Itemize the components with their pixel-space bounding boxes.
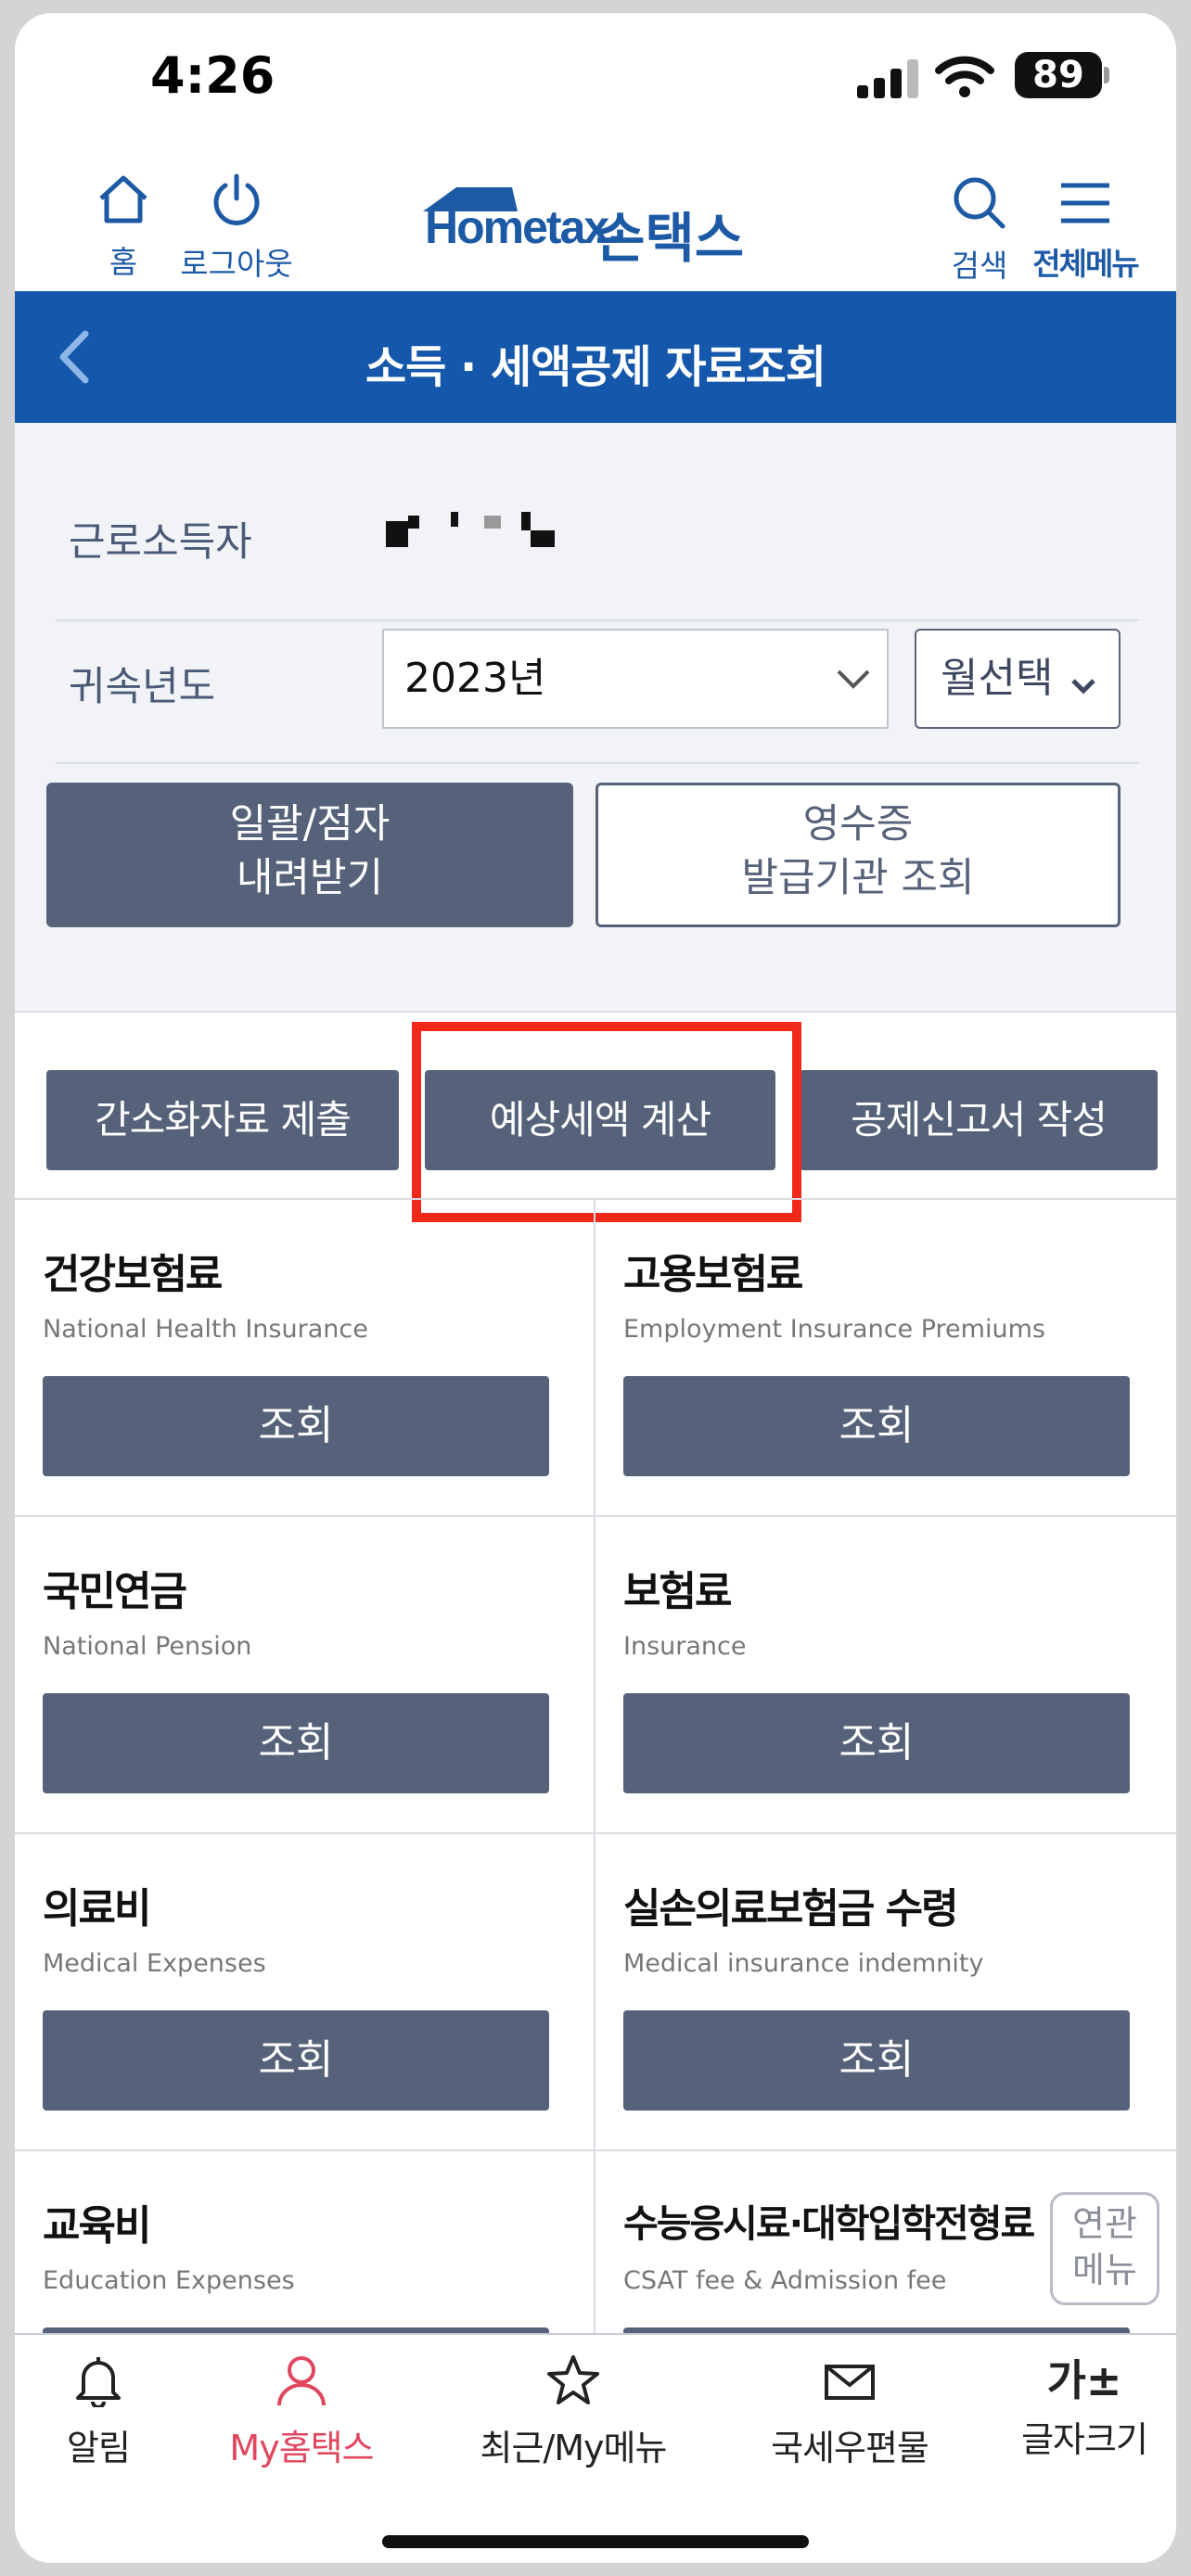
page-title-bar: 소득 · 세액공제 자료조회 bbox=[15, 291, 1176, 423]
app-header: 홈 로그아웃 Hometax. 손택스 검색 전체메뉴 bbox=[15, 143, 1176, 291]
related-menu-line2: 메뉴 bbox=[1072, 2250, 1137, 2290]
home-label: 홈 bbox=[109, 244, 138, 280]
bulk-download-line2: 내려받기 bbox=[236, 855, 384, 901]
status-bar: 4:26 89 bbox=[15, 13, 1176, 143]
tab-font-size[interactable]: 가± 글자크기 bbox=[1005, 2353, 1163, 2462]
search-label: 검색 bbox=[951, 248, 1008, 284]
redacted-name bbox=[386, 512, 555, 549]
tab-my-hometax[interactable]: My홈택스 bbox=[213, 2353, 390, 2470]
year-select[interactable]: 2023년 bbox=[382, 629, 889, 729]
year-select-value: 2023년 bbox=[404, 655, 546, 702]
hamburger-menu-icon bbox=[1061, 183, 1109, 223]
battery-icon: 89 bbox=[1015, 52, 1102, 98]
lookup-form: 근로소득자 귀속년도 2023년 월선택 일괄/점자 내려받기 영수증 발급기관… bbox=[15, 423, 1176, 1013]
tab-submit-simplified-data[interactable]: 간소화자료 제출 bbox=[46, 1070, 399, 1170]
item-subtitle: Insurance bbox=[623, 1632, 747, 1661]
receipt-issuer-line1: 영수증 bbox=[802, 801, 914, 848]
font-size-icon: 가± bbox=[1046, 2355, 1122, 2405]
month-select-value: 월선택 bbox=[941, 655, 1054, 702]
item-title: 고용보험료 bbox=[623, 1251, 803, 1298]
receipt-issuer-line2: 발급기관 조회 bbox=[741, 855, 975, 901]
bulk-download-button[interactable]: 일괄/점자 내려받기 bbox=[46, 783, 573, 927]
item-title: 실손의료보험금 수령 bbox=[623, 1885, 959, 1932]
worker-label: 근로소득자 bbox=[69, 519, 252, 566]
item-title: 보험료 bbox=[623, 1568, 732, 1615]
phone-screen: 4:26 89 홈 로그아웃 Hometax. 손택스 검색 전체메뉴 소득 ·… bbox=[15, 13, 1176, 2563]
related-menu-line1: 연관 bbox=[1072, 2203, 1137, 2244]
wifi-icon bbox=[935, 56, 994, 97]
cellular-signal-icon bbox=[857, 57, 918, 98]
month-select[interactable]: 월선택 bbox=[915, 629, 1121, 729]
bulk-download-line1: 일괄/점자 bbox=[229, 801, 391, 848]
item-title: 수능응시료·대학입학전형료 bbox=[623, 2201, 1035, 2246]
item-subtitle: Employment Insurance Premiums bbox=[623, 1315, 1045, 1344]
full-menu-label: 전체메뉴 bbox=[1032, 246, 1139, 282]
list-item: 건강보험료 National Health Insurance 조회 bbox=[15, 1198, 596, 1515]
chevron-down-icon bbox=[837, 670, 870, 689]
tab-font-size-label: 글자크기 bbox=[1021, 2419, 1148, 2460]
row-divider bbox=[56, 762, 1139, 764]
status-time: 4:26 bbox=[150, 46, 275, 105]
lookup-button[interactable]: 조회 bbox=[623, 1376, 1130, 1476]
list-item: 국민연금 National Pension 조회 bbox=[15, 1515, 596, 1832]
item-subtitle: National Pension bbox=[43, 1632, 252, 1661]
row-divider bbox=[56, 619, 1139, 621]
page-title: 소득 · 세액공제 자료조회 bbox=[365, 341, 826, 393]
logo-korean: 손택스 bbox=[596, 207, 745, 270]
item-title: 국민연금 bbox=[43, 1568, 187, 1615]
power-icon bbox=[213, 173, 260, 225]
item-subtitle: Medical Expenses bbox=[43, 1949, 266, 1978]
tab-tax-mail-label: 국세우편물 bbox=[771, 2428, 929, 2468]
item-subtitle: Education Expenses bbox=[43, 2266, 295, 2295]
person-icon bbox=[277, 2356, 326, 2406]
bell-icon bbox=[76, 2357, 121, 2409]
tab-alerts-label: 알림 bbox=[67, 2428, 131, 2468]
bottom-tab-bar: 알림 My홈택스 최근/My메뉴 국세우편물 가± 글자크기 bbox=[15, 2333, 1176, 2563]
list-item: 의료비 Medical Expenses 조회 bbox=[15, 1832, 596, 2149]
tab-deduction-form[interactable]: 공제신고서 작성 bbox=[800, 1070, 1158, 1170]
full-menu-button[interactable]: 전체메뉴 bbox=[1030, 178, 1141, 284]
item-title: 건강보험료 bbox=[43, 1251, 223, 1298]
tab-my-hometax-label: My홈택스 bbox=[229, 2428, 374, 2468]
logout-button[interactable]: 로그아웃 bbox=[176, 171, 297, 284]
envelope-icon bbox=[825, 2365, 875, 2400]
logo-text: Hometax. bbox=[425, 201, 621, 253]
lookup-button[interactable]: 조회 bbox=[623, 1693, 1130, 1793]
lookup-button[interactable]: 조회 bbox=[43, 2010, 549, 2111]
related-menu-button[interactable]: 연관 메뉴 bbox=[1050, 2192, 1159, 2305]
tab-recent-my-menu-label: 최근/My메뉴 bbox=[480, 2428, 668, 2468]
tab-tax-mail[interactable]: 국세우편물 bbox=[749, 2353, 950, 2470]
tab-alerts[interactable]: 알림 bbox=[43, 2353, 154, 2470]
action-tabs: 간소화자료 제출 예상세액 계산 공제신고서 작성 bbox=[15, 1013, 1176, 1222]
tab-recent-my-menu[interactable]: 최근/My메뉴 bbox=[469, 2353, 677, 2470]
home-button[interactable]: 홈 bbox=[82, 172, 165, 282]
item-subtitle: Medical insurance indemnity bbox=[623, 1949, 984, 1978]
star-icon bbox=[547, 2355, 599, 2404]
lookup-button[interactable]: 조회 bbox=[623, 2010, 1130, 2111]
item-subtitle: CSAT fee & Admission fee bbox=[623, 2266, 947, 2295]
lookup-button[interactable]: 조회 bbox=[43, 1376, 549, 1476]
list-item: 보험료 Insurance 조회 bbox=[596, 1515, 1176, 1832]
item-title: 교육비 bbox=[43, 2202, 151, 2250]
search-button[interactable]: 검색 bbox=[942, 174, 1017, 286]
red-highlight-box bbox=[412, 1022, 801, 1222]
item-title: 의료비 bbox=[43, 1885, 151, 1932]
year-label: 귀속년도 bbox=[69, 664, 216, 710]
home-icon bbox=[99, 175, 147, 223]
home-indicator bbox=[382, 2535, 809, 2548]
list-item: 고용보험료 Employment Insurance Premiums 조회 bbox=[596, 1198, 1176, 1515]
receipt-issuer-lookup-button[interactable]: 영수증 발급기관 조회 bbox=[596, 783, 1121, 927]
hometax-logo[interactable]: Hometax. 손택스 bbox=[410, 184, 800, 270]
list-item: 실손의료보험금 수령 Medical insurance indemnity 조… bbox=[596, 1832, 1176, 2149]
logout-label: 로그아웃 bbox=[180, 246, 293, 282]
search-icon bbox=[954, 177, 1005, 229]
chevron-down-icon bbox=[1071, 679, 1095, 695]
item-subtitle: National Health Insurance bbox=[43, 1315, 368, 1344]
lookup-button[interactable]: 조회 bbox=[43, 1693, 549, 1793]
battery-tip bbox=[1104, 67, 1109, 83]
